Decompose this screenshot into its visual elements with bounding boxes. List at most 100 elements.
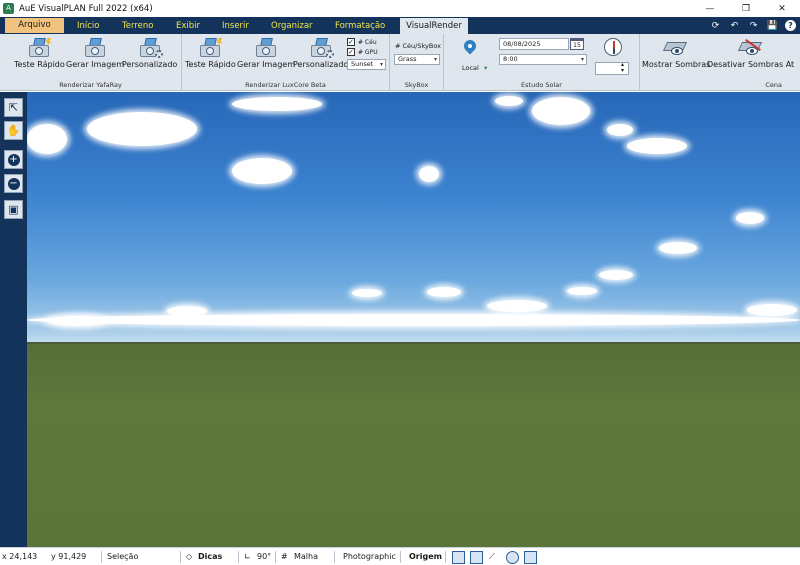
ground-texture-select[interactable]: Grass ▾ bbox=[394, 54, 440, 65]
cloud bbox=[487, 300, 547, 312]
tab-exibir[interactable]: Exibir bbox=[170, 18, 206, 34]
skybox-checkbox-label[interactable]: # Céu/SkyBox bbox=[395, 42, 441, 50]
location-label[interactable]: Local bbox=[462, 64, 479, 72]
redo-icon[interactable]: ↷ bbox=[747, 19, 760, 32]
ribbon-tab-bar: Arquivo Início Terreno Exibir Inserir Or… bbox=[0, 17, 800, 34]
undo-icon[interactable]: ↶ bbox=[728, 19, 741, 32]
yafaray-custom-button[interactable]: Personalizado bbox=[122, 38, 177, 69]
app-logo-icon: A bbox=[3, 3, 14, 14]
tab-inicio[interactable]: Início bbox=[71, 18, 106, 34]
sky-preset-select[interactable]: Sunset ▾ bbox=[347, 59, 386, 70]
title-bar: A AuE VisualPLAN Full 2022 (x64) — ❐ ✕ bbox=[0, 0, 800, 17]
help-icon[interactable]: ? bbox=[785, 20, 796, 31]
tab-arquivo[interactable]: Arquivo bbox=[5, 18, 64, 33]
cloud bbox=[47, 316, 107, 326]
snap-perpendicular-icon[interactable] bbox=[470, 551, 483, 564]
sky-checkbox-row[interactable]: ✓ # Céu bbox=[347, 38, 377, 46]
yafaray-custom-label: Personalizado bbox=[122, 60, 178, 69]
sky-preset-value: Sunset bbox=[351, 60, 374, 68]
grid-icon[interactable]: # bbox=[281, 548, 288, 565]
cloud bbox=[419, 166, 439, 182]
gpu-checkbox[interactable]: ✓ bbox=[347, 48, 355, 56]
cloud bbox=[532, 97, 590, 125]
cloud bbox=[607, 124, 633, 136]
tab-terreno[interactable]: Terreno bbox=[116, 18, 159, 34]
group-solar-study: Local ▾ 08/08/2025 15 8:00 ▾ ▴ ▾ Estudo S… bbox=[444, 34, 640, 91]
render-settings-icon bbox=[139, 38, 163, 58]
status-render-mode[interactable]: Photographic bbox=[343, 548, 396, 565]
tag-icon[interactable]: ◇ bbox=[186, 548, 192, 565]
select-arrow-icon[interactable]: ⇱ bbox=[4, 98, 23, 117]
status-y-coordinate: y 91,429 bbox=[51, 552, 87, 561]
tab-organizar[interactable]: Organizar bbox=[265, 18, 319, 34]
group-label-solar: Estudo Solar bbox=[521, 81, 562, 89]
time-select[interactable]: 8:00 ▾ bbox=[499, 54, 587, 65]
save-icon[interactable]: 💾 bbox=[766, 19, 779, 32]
show-shadows-button[interactable]: Mostrar Sombras bbox=[642, 38, 710, 69]
group-skybox: # Céu/SkyBox Grass ▾ SkyBox bbox=[390, 34, 444, 91]
hide-shadows-icon bbox=[737, 38, 764, 58]
group-label-luxcore: Renderizar LuxCore Beta bbox=[245, 81, 326, 89]
cloud bbox=[567, 287, 597, 295]
location-dropdown-icon[interactable]: ▾ bbox=[484, 64, 487, 72]
zoom-out-icon[interactable]: − bbox=[4, 174, 23, 193]
cloud-bank bbox=[27, 314, 800, 326]
zoom-extents-icon[interactable]: ▣ bbox=[4, 200, 23, 219]
status-origin[interactable]: Origem bbox=[409, 548, 442, 565]
zoom-in-icon[interactable]: + bbox=[4, 150, 23, 169]
status-separator bbox=[101, 551, 102, 563]
grass-ground bbox=[27, 344, 800, 547]
close-button[interactable]: ✕ bbox=[764, 0, 800, 17]
render-camera-icon bbox=[84, 38, 106, 58]
spin-arrows-icon[interactable]: ▴ ▾ bbox=[621, 62, 624, 74]
status-x-coordinate: x 24,143 bbox=[2, 552, 38, 561]
calendar-icon[interactable]: 15 bbox=[570, 38, 584, 50]
refresh-icon[interactable]: ⟳ bbox=[709, 19, 722, 32]
snap-tangent-icon[interactable]: ⟋ bbox=[489, 548, 495, 565]
cloud bbox=[599, 270, 633, 280]
status-angle[interactable]: 90° bbox=[257, 548, 271, 565]
hide-shadows-label: Desativar Sombras At bbox=[707, 60, 795, 69]
show-shadows-label: Mostrar Sombras bbox=[642, 60, 711, 69]
sky-background bbox=[27, 92, 800, 344]
location-pin-icon[interactable] bbox=[461, 37, 479, 57]
cloud bbox=[27, 124, 67, 154]
status-separator bbox=[180, 551, 181, 563]
luxcore-custom-button[interactable]: Personalizado bbox=[293, 38, 348, 69]
cloud bbox=[232, 158, 292, 184]
pan-hand-icon[interactable]: ✋ bbox=[4, 121, 23, 140]
status-tips[interactable]: Dicas bbox=[198, 548, 222, 565]
maximize-button[interactable]: ❐ bbox=[728, 0, 764, 17]
sky-checkbox[interactable]: ✓ bbox=[347, 38, 355, 46]
status-grid[interactable]: Malha bbox=[294, 548, 318, 565]
hide-shadows-button[interactable]: Desativar Sombras At bbox=[707, 38, 794, 69]
group-render-yafaray: Teste Rápido Gerar Imagem Personalizado … bbox=[0, 34, 182, 91]
yafaray-quick-test-button[interactable]: Teste Rápido bbox=[14, 38, 65, 69]
status-selection[interactable]: Seleção bbox=[107, 548, 138, 565]
cloud bbox=[352, 289, 382, 297]
luxcore-quick-test-button[interactable]: Teste Rápido bbox=[185, 38, 236, 69]
tab-formatacao[interactable]: Formatação bbox=[329, 18, 391, 34]
status-bar: x 24,143 y 91,429 Seleção ◇ Dicas ∟ 90° … bbox=[0, 547, 800, 565]
status-separator bbox=[238, 551, 239, 563]
date-value: 08/08/2025 bbox=[503, 40, 541, 48]
gpu-checkbox-row[interactable]: ✓ # GPU bbox=[347, 48, 378, 56]
render-settings-icon bbox=[310, 38, 334, 58]
show-shadows-icon bbox=[663, 38, 689, 58]
cloud bbox=[736, 212, 764, 224]
snap-center-icon[interactable] bbox=[506, 551, 519, 564]
chevron-down-icon: ▾ bbox=[379, 61, 383, 68]
render-viewport[interactable] bbox=[27, 92, 800, 547]
tab-inserir[interactable]: Inserir bbox=[216, 18, 255, 34]
tab-visualrender[interactable]: VisualRender bbox=[400, 18, 468, 34]
date-input[interactable]: 08/08/2025 bbox=[499, 38, 569, 50]
group-label-yafaray: Renderizar YafaRay bbox=[59, 81, 122, 89]
yafaray-generate-image-button[interactable]: Gerar Imagem bbox=[66, 38, 124, 69]
angle-snap-icon[interactable]: ∟ bbox=[244, 548, 251, 565]
snap-line-icon[interactable] bbox=[452, 551, 465, 564]
minimize-button[interactable]: — bbox=[692, 0, 728, 17]
snap-point-icon[interactable] bbox=[524, 551, 537, 564]
group-render-luxcore: Teste Rápido Gerar Imagem Personalizado … bbox=[182, 34, 390, 91]
luxcore-generate-image-button[interactable]: Gerar Imagem bbox=[237, 38, 295, 69]
compass-icon[interactable] bbox=[604, 38, 622, 56]
